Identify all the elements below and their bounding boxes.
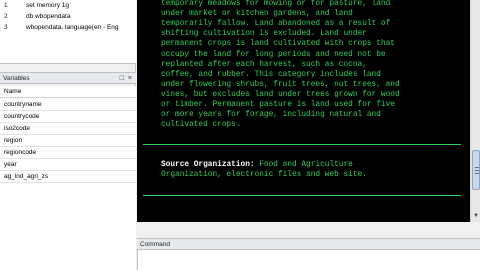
variable-row[interactable]: countrycode: [0, 111, 136, 123]
review-item[interactable]: 3 wbopendata, language(en - Eng: [0, 22, 134, 34]
scrollbar-thumb[interactable]: [472, 150, 480, 190]
variable-row[interactable]: region: [0, 135, 136, 147]
variable-row[interactable]: regioncode: [0, 147, 136, 159]
scroll-down-arrow-icon[interactable]: ▼: [472, 212, 480, 220]
results-line: or timber. Permanent pasture is land use…: [161, 101, 395, 109]
results-window[interactable]: temporary meadows for mowing or for past…: [137, 0, 470, 222]
results-line: replanted after each harvest, such as co…: [161, 60, 367, 69]
variable-row[interactable]: iso2code: [0, 123, 136, 135]
results-divider: [143, 144, 461, 145]
command-panel-title: Command: [140, 241, 170, 248]
source-organization-line: Organization, electronic files and web s…: [161, 171, 367, 180]
variables-panel-title: Variables: [3, 75, 30, 82]
variables-panel-controls[interactable]: □ ×: [120, 73, 133, 84]
results-divider: [143, 195, 461, 196]
variables-table: Name countryname countrycode iso2code re…: [0, 86, 136, 270]
results-line: under market or kitchen gardens, and lan…: [161, 10, 353, 19]
variables-column-header[interactable]: Name: [0, 86, 136, 98]
variable-row[interactable]: ag_lnd_agri_zs: [0, 171, 136, 183]
variable-row[interactable]: countryname: [0, 99, 136, 111]
scrollbar-grip: [475, 167, 479, 168]
results-line: shifting cultivation is excluded. Land u…: [161, 30, 367, 39]
source-organization-value: Food and Agriculture: [254, 161, 353, 169]
review-window: 1 set memory 1g 2 db wbopendata 3 wbopendat…: [0, 0, 136, 64]
results-line: temporarily fallow. Land abandoned as a …: [161, 20, 391, 29]
command-panel-header: Command: [137, 238, 480, 250]
results-line: temporary meadows for mowing or for past…: [161, 0, 391, 8]
review-item-number: 3: [4, 24, 8, 31]
variables-panel-header: Variables □ ×: [0, 72, 136, 84]
variable-row[interactable]: year: [0, 159, 136, 171]
results-scrollbar[interactable]: ▼: [470, 0, 480, 222]
scrollbar-grip: [475, 173, 479, 174]
source-organization-label: Source Organization:: [161, 161, 255, 169]
results-line: cultivated crops.: [161, 121, 241, 130]
results-line: or more years for forage, including natu…: [161, 111, 381, 120]
results-line: occupy the land for long periods and nee…: [161, 50, 386, 59]
command-input[interactable]: [137, 250, 480, 270]
pane-separator: [137, 222, 480, 238]
left-panel: 1 set memory 1g 2 db wbopendata 3 wbopendat…: [0, 0, 136, 270]
source-organization-line: Source Organization: Food and Agricultur…: [161, 160, 353, 170]
scrollbar-grip: [475, 170, 479, 171]
results-line: permanent crops is land cultivated with …: [161, 40, 395, 49]
results-line: coffee, and rubber. This category includ…: [161, 70, 381, 79]
results-line: under flowering shrubs, fruit trees, nut…: [161, 80, 400, 89]
review-item-command: wbopendata, language(en - Eng: [26, 24, 119, 31]
results-line: vines, but excludes land under trees gro…: [161, 90, 400, 99]
